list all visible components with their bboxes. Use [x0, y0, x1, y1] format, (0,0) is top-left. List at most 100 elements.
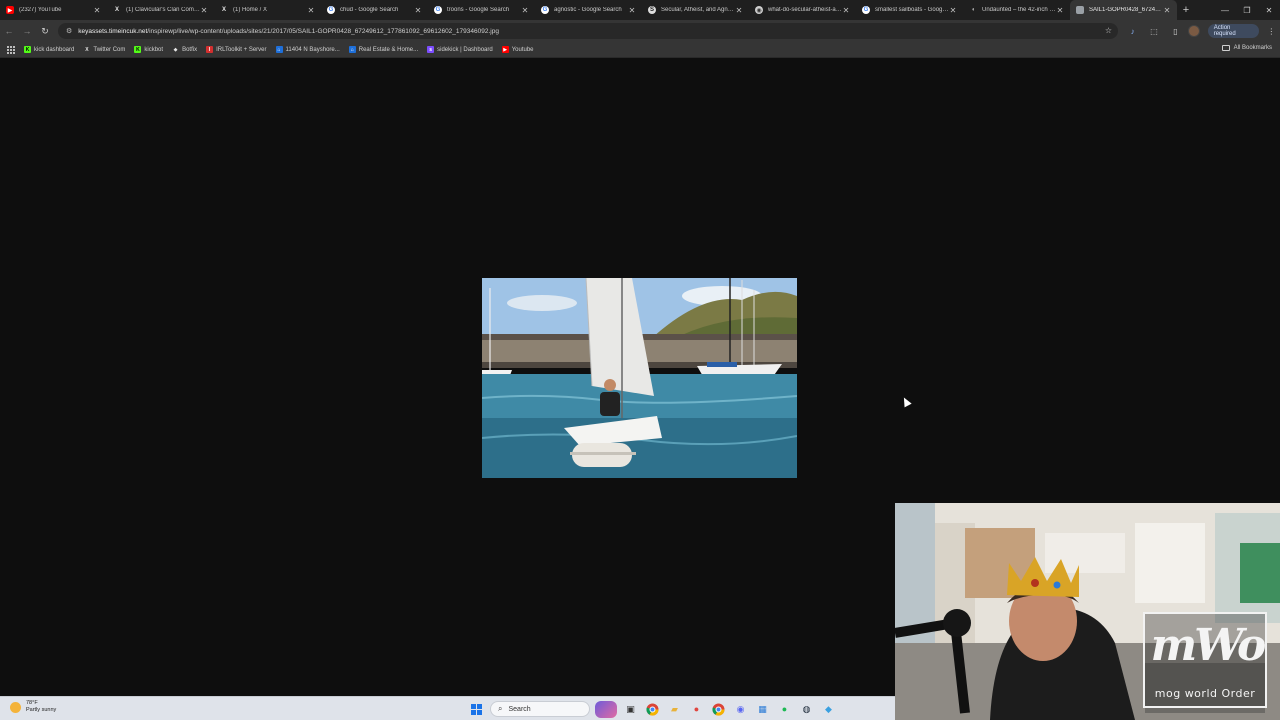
spotify-icon[interactable]: ●	[776, 701, 793, 718]
sailboat-photo[interactable]	[482, 278, 797, 478]
tab[interactable]: Gagnostic - Google Search ✕	[535, 0, 642, 20]
profile-avatar[interactable]	[1188, 25, 1200, 37]
close-icon[interactable]: ✕	[1163, 6, 1171, 15]
tab-title: agnostic - Google Search	[554, 7, 622, 13]
close-icon[interactable]: ✕	[307, 6, 315, 15]
action-required-button[interactable]: Action required	[1207, 24, 1259, 38]
bookmark-label: Twitter Com	[93, 46, 126, 53]
close-icon[interactable]: ✕	[628, 6, 636, 15]
irl-icon: I	[206, 46, 214, 53]
tab[interactable]: S Secular, Atheist, and Agnostic ✕	[642, 0, 749, 20]
bookmark-item[interactable]: Kkick dashboard	[24, 46, 74, 53]
tab[interactable]: ▶ (2327) YouTube ✕	[0, 0, 107, 20]
google-icon: G	[862, 6, 870, 14]
tab[interactable]: X (1) Home / X ✕	[214, 0, 321, 20]
task-view-icon[interactable]: ▣	[622, 701, 639, 718]
apps-icon[interactable]	[6, 45, 16, 55]
screen: ▶ (2327) YouTube ✕ X (1) Clavicular's Clan …	[0, 0, 1280, 720]
tab-title: (1) Home / X	[233, 7, 268, 13]
bookmark-item[interactable]: Kkickbot	[134, 46, 163, 53]
url-host: keyassets.timeincuk.net	[78, 27, 148, 35]
chrome-icon[interactable]	[710, 701, 727, 718]
reload-icon[interactable]: ↻	[36, 22, 54, 40]
all-bookmarks-button[interactable]: All Bookmarks	[1221, 45, 1272, 51]
google-icon: G	[327, 6, 335, 14]
tab-title: what-do-secular-atheist-and-agnostic	[768, 7, 842, 13]
bookmark-star-icon[interactable]: ☆	[1105, 26, 1112, 35]
forward-icon[interactable]: →	[18, 22, 36, 40]
search-icon: ⌕	[498, 704, 503, 713]
discord-icon[interactable]: ◉	[732, 701, 749, 718]
address-bar[interactable]: ⚙ keyassets.timeincuk.net/inspirewp/live…	[58, 23, 1118, 39]
tab[interactable]: Gsmallest sailboats - Google Search✕	[856, 0, 963, 20]
site-icon: S	[648, 6, 656, 14]
extensions-icon[interactable]: ⬚	[1145, 22, 1162, 40]
close-icon[interactable]: ✕	[1056, 6, 1064, 15]
close-icon[interactable]: ✕	[521, 6, 529, 15]
bookmarks-bar: Kkick dashboard X Twitter Com Kkickbot ◆ B…	[0, 42, 1280, 58]
webcam-overlay: mWo mog world Order	[895, 503, 1280, 720]
close-icon[interactable]: ✕	[93, 6, 101, 15]
logo-mark: mWo	[1150, 620, 1267, 671]
bookmark-item[interactable]: I IRLToolkit + Server	[206, 46, 267, 53]
close-icon[interactable]: ✕	[735, 6, 743, 15]
close-window-icon[interactable]: ✕	[1258, 0, 1280, 20]
menu-icon[interactable]: ⋮	[1263, 22, 1280, 40]
tab[interactable]: Gchud - Google Search ✕	[321, 0, 428, 20]
tab[interactable]: ◖ Undaunted – the 42-inch sailboat✕	[963, 0, 1070, 20]
bookmark-item[interactable]: X Twitter Com	[83, 46, 125, 53]
youtube-icon: ▶	[6, 6, 14, 14]
logo-text: mog world Order	[1154, 687, 1256, 700]
bookmark-label: sidekick | Dashboard	[437, 46, 493, 53]
taskbar-search[interactable]: ⌕ Search	[490, 701, 590, 717]
bookmark-item[interactable]: ◆ Botfix	[172, 46, 197, 53]
copilot-icon[interactable]	[595, 700, 617, 718]
bookmark-label: Real Estate & Home...	[358, 46, 419, 53]
bot-icon: ◆	[173, 46, 178, 53]
media-control-icon[interactable]: ♪	[1124, 22, 1141, 40]
close-icon[interactable]: ✕	[414, 6, 422, 15]
weather-widget[interactable]: 78°F Partly sunny	[10, 700, 56, 714]
start-button[interactable]	[468, 701, 485, 718]
tab-title: chud - Google Search	[340, 7, 399, 13]
bookmark-item[interactable]: ▶ Youtube	[501, 46, 534, 53]
windows-taskbar: 78°F Partly sunny ⌕ Search ▣ ▰ ● ◉ ▦ ● ◍ …	[0, 696, 895, 720]
back-icon[interactable]: ←	[0, 22, 18, 40]
tab[interactable]: Gtroons - Google Search ✕	[428, 0, 535, 20]
app-icon[interactable]: ◆	[820, 701, 837, 718]
site-info-icon[interactable]: ⚙	[66, 27, 72, 35]
x-icon: X	[85, 46, 89, 53]
url-path: /inspirewp/live/wp-content/uploads/sites…	[147, 27, 499, 35]
maximize-icon[interactable]: ❐	[1236, 0, 1258, 20]
url-text: keyassets.timeincuk.net/inspirewp/live/w…	[78, 28, 499, 35]
new-tab-button[interactable]: +	[1177, 0, 1195, 20]
tab[interactable]: ◉ what-do-secular-atheist-and-agnostic✕	[749, 0, 856, 20]
tab[interactable]: X (1) Clavicular's Clan Community✕	[107, 0, 214, 20]
channel-logo: mWo mog world Order	[1143, 612, 1267, 708]
folder-icon	[1221, 45, 1230, 51]
app-icon[interactable]: ●	[688, 701, 705, 718]
home-icon: ⌂	[275, 46, 283, 53]
bookmark-label: kick dashboard	[34, 46, 75, 53]
chrome-icon[interactable]	[644, 701, 661, 718]
bookmark-item[interactable]: ⌂ Real Estate & Home...	[348, 46, 419, 53]
bookmark-item[interactable]: s sidekick | Dashboard	[427, 46, 493, 53]
kick-icon: K	[134, 46, 142, 53]
minimize-icon[interactable]: —	[1214, 0, 1236, 20]
tab-active[interactable]: SAIL1-GOPR0428_67249612 ✕	[1070, 0, 1177, 20]
tab-title: troons - Google Search	[447, 7, 510, 13]
bookmark-item[interactable]: ⌂ 11404 N Bayshore...	[275, 46, 340, 53]
close-icon[interactable]: ✕	[842, 6, 850, 15]
side-panel-icon[interactable]: ▯	[1167, 22, 1184, 40]
globe-icon: ◉	[755, 6, 763, 14]
search-placeholder: Search	[508, 705, 531, 713]
temperature: 78°F	[26, 700, 38, 706]
tab-title: Undaunted – the 42-inch sailboat	[982, 7, 1056, 13]
page-icon	[1076, 6, 1084, 14]
bookmark-label: IRLToolkit + Server	[216, 46, 267, 53]
close-icon[interactable]: ✕	[200, 6, 208, 15]
close-icon[interactable]: ✕	[949, 6, 957, 15]
steam-icon[interactable]: ◍	[798, 701, 815, 718]
file-explorer-icon[interactable]: ▰	[666, 701, 683, 718]
calculator-icon[interactable]: ▦	[754, 701, 771, 718]
